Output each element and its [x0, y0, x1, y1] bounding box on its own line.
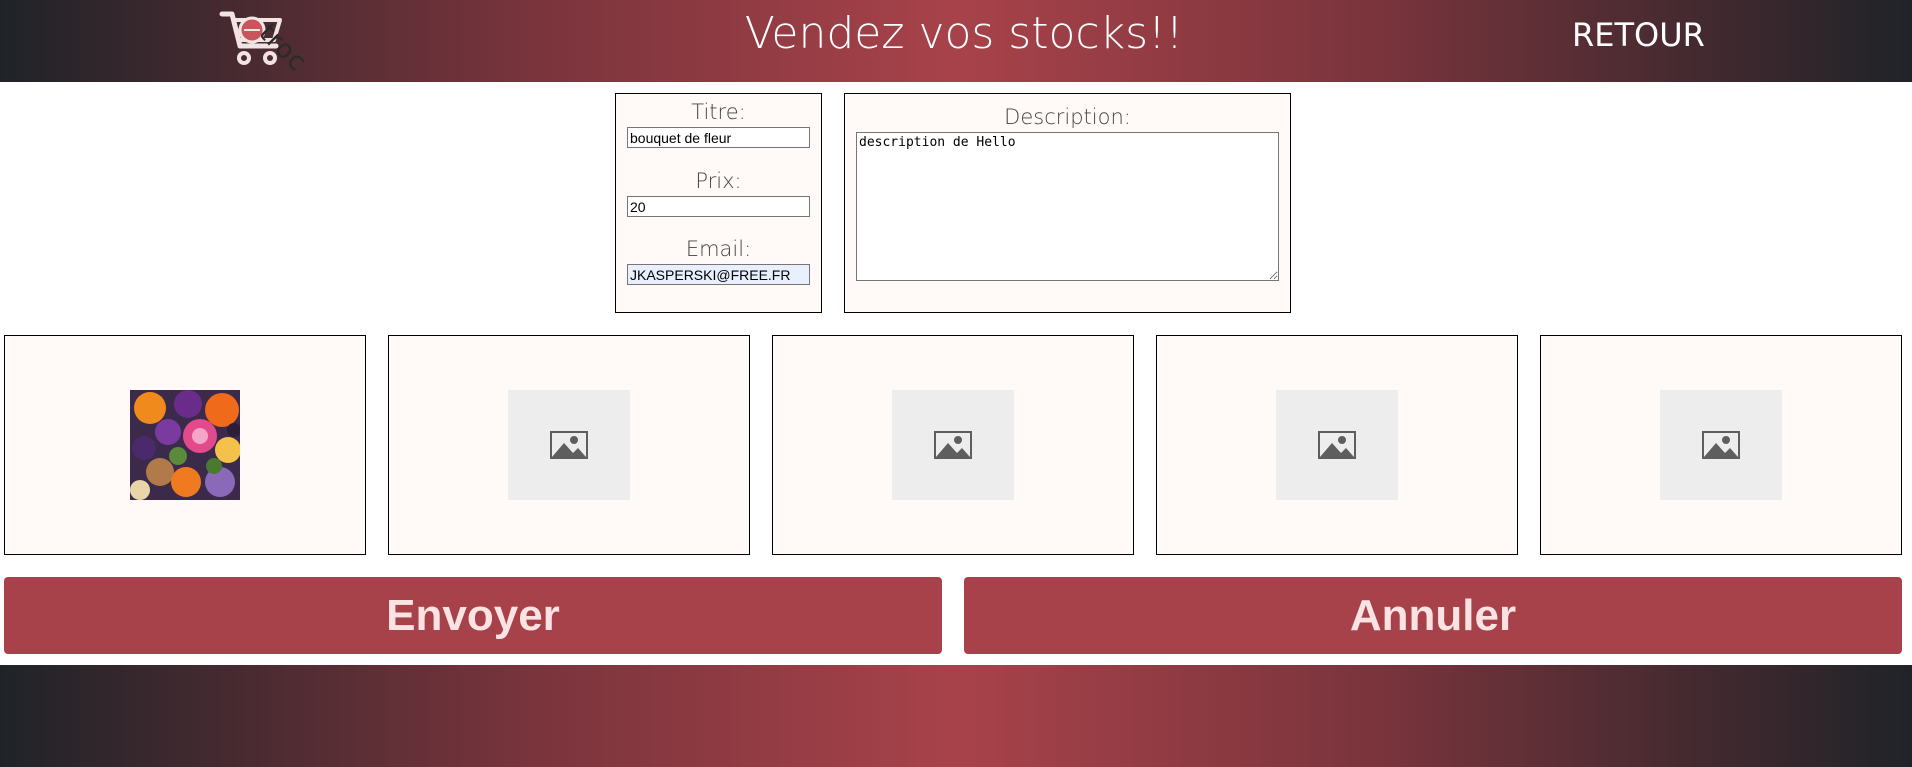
footer-bar — [0, 665, 1912, 767]
image-placeholder — [1276, 390, 1398, 500]
header-bar: troc Vendez vos stocks!! RETOUR — [0, 0, 1912, 82]
image-slot-2[interactable] — [388, 335, 750, 555]
description-panel: Description: description de Hello — [844, 93, 1291, 313]
prix-input[interactable] — [627, 196, 810, 217]
titre-input[interactable] — [627, 127, 810, 148]
cancel-button[interactable]: Annuler — [964, 577, 1902, 654]
send-button[interactable]: Envoyer — [4, 577, 942, 654]
flower-bouquet-photo — [130, 390, 240, 500]
image-slot-1[interactable] — [4, 335, 366, 555]
image-slot-5[interactable] — [1540, 335, 1902, 555]
email-label: Email: — [685, 237, 752, 261]
image-placeholder — [1660, 390, 1782, 500]
image-icon — [1318, 431, 1356, 459]
email-input[interactable] — [627, 264, 810, 285]
description-label: Description: — [1004, 105, 1131, 129]
image-slot-4[interactable] — [1156, 335, 1518, 555]
image-slot-3[interactable] — [772, 335, 1134, 555]
product-info-panel: Titre: Prix: Email: — [615, 93, 822, 313]
prix-label: Prix: — [695, 169, 742, 193]
titre-label: Titre: — [691, 100, 746, 124]
image-icon — [550, 431, 588, 459]
image-icon — [1702, 431, 1740, 459]
back-link[interactable]: RETOUR — [1572, 16, 1705, 54]
image-placeholder — [508, 390, 630, 500]
image-icon — [934, 431, 972, 459]
description-textarea[interactable]: description de Hello — [856, 132, 1279, 281]
image-placeholder — [892, 390, 1014, 500]
